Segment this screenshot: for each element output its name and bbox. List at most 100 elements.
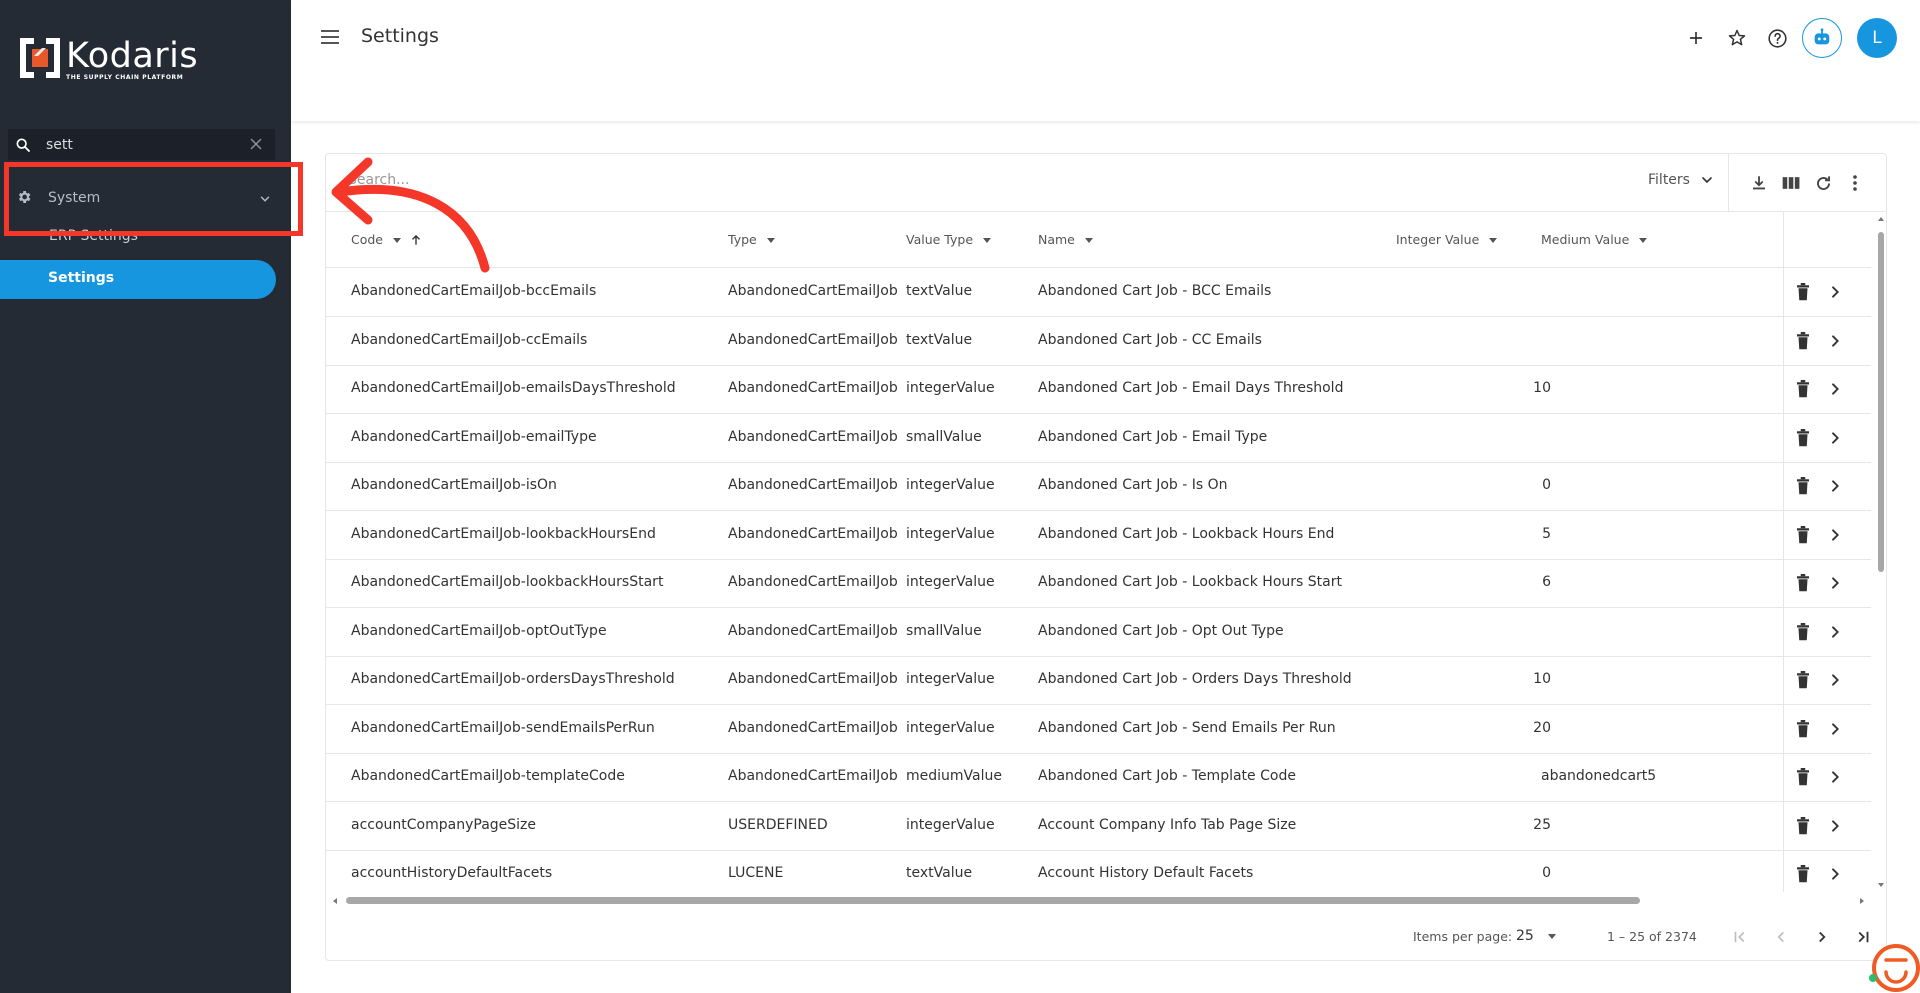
assistant-bot-button[interactable] xyxy=(1802,18,1842,58)
sidebar-search xyxy=(8,129,275,160)
delete-icon[interactable] xyxy=(1794,428,1812,448)
items-per-page-select[interactable]: 25 xyxy=(1516,928,1558,944)
more-vert-icon[interactable] xyxy=(1839,170,1871,196)
chevron-right-icon[interactable] xyxy=(1827,624,1843,640)
refresh-icon[interactable] xyxy=(1807,170,1839,196)
filters-button[interactable]: Filters xyxy=(1648,172,1715,188)
table-row[interactable]: accountCompanyPageSize USERDEFINED integer… xyxy=(326,802,1871,851)
help-icon[interactable] xyxy=(1757,19,1798,57)
delete-icon[interactable] xyxy=(1794,864,1812,884)
table-row[interactable]: AbandonedCartEmailJob-optOutType Abandone… xyxy=(326,608,1871,657)
cell-code: accountHistoryDefaultFacets xyxy=(351,865,553,881)
col-header-value-type[interactable]: Value Type xyxy=(906,232,993,247)
col-header-name[interactable]: Name xyxy=(1038,232,1095,247)
cell-name: Abandoned Cart Job - Email Type xyxy=(1038,428,1268,445)
actions-column-divider xyxy=(1783,212,1784,892)
delete-icon[interactable] xyxy=(1794,816,1812,836)
delete-icon[interactable] xyxy=(1794,622,1812,642)
chevron-right-icon[interactable] xyxy=(1827,672,1843,688)
table-row[interactable]: AbandonedCartEmailJob-ccEmails AbandonedC… xyxy=(326,317,1871,366)
cell-type: AbandonedCartEmailJob xyxy=(728,622,898,639)
clear-search-icon[interactable] xyxy=(247,135,265,153)
cell-type: AbandonedCartEmailJob xyxy=(728,477,898,493)
cell-type: AbandonedCartEmailJob xyxy=(728,671,898,687)
previous-page-icon[interactable] xyxy=(1760,925,1801,949)
chevron-right-icon[interactable] xyxy=(1827,866,1843,882)
vertical-scroll-thumb[interactable] xyxy=(1878,232,1884,572)
cell-value-type: smallValue xyxy=(906,622,982,639)
chevron-right-icon[interactable] xyxy=(1827,527,1843,543)
kodaris-logo-icon xyxy=(18,36,62,80)
cell-code: AbandonedCartEmailJob-ccEmails xyxy=(351,331,588,348)
table-row[interactable]: AbandonedCartEmailJob-emailsDaysThreshol… xyxy=(326,365,1871,414)
table-row[interactable]: AbandonedCartEmailJob-sendEmailsPerRun Ab… xyxy=(326,705,1871,754)
cell-code: AbandonedCartEmailJob-emailsDaysThreshol… xyxy=(351,380,676,396)
chevron-right-icon[interactable] xyxy=(1827,769,1843,785)
support-chat-button[interactable] xyxy=(1866,938,1920,993)
delete-icon[interactable] xyxy=(1794,525,1812,545)
cell-value-type: textValue xyxy=(906,283,973,299)
table-row[interactable]: AbandonedCartEmailJob-emailType Abandoned… xyxy=(326,414,1871,463)
filters-label: Filters xyxy=(1648,172,1690,188)
next-page-icon[interactable] xyxy=(1801,925,1842,949)
menu-icon[interactable] xyxy=(319,28,341,46)
kodaris-logo[interactable]: Kodaris THE SUPPLY CHAIN PLATFORM xyxy=(18,36,198,81)
columns-icon[interactable] xyxy=(1775,170,1807,196)
add-icon[interactable] xyxy=(1675,19,1716,57)
vertical-scrollbar[interactable] xyxy=(1875,212,1887,892)
cell-value-type: integerValue xyxy=(906,477,995,493)
sidebar-item-settings[interactable]: Settings xyxy=(0,260,276,299)
table-row[interactable]: AbandonedCartEmailJob-bccEmails Abandoned… xyxy=(326,268,1871,317)
annotation-arrow xyxy=(331,157,490,273)
delete-icon[interactable] xyxy=(1794,379,1812,399)
chevron-right-icon[interactable] xyxy=(1827,381,1843,397)
cell-integer-value: 5 xyxy=(1542,525,1551,542)
chevron-right-icon[interactable] xyxy=(1827,575,1843,591)
page-range-label: 1 – 25 of 2374 xyxy=(1607,929,1697,944)
chevron-right-icon[interactable] xyxy=(1827,430,1843,446)
table-row[interactable]: AbandonedCartEmailJob-ordersDaysThreshol… xyxy=(326,656,1871,705)
brand-name: Kodaris xyxy=(66,36,199,76)
download-icon[interactable] xyxy=(1743,170,1775,196)
col-header-type[interactable]: Type xyxy=(728,232,777,247)
delete-icon[interactable] xyxy=(1794,719,1812,739)
chevron-right-icon[interactable] xyxy=(1827,818,1843,834)
col-header-integer-value[interactable]: Integer Value xyxy=(1396,232,1499,247)
delete-icon[interactable] xyxy=(1794,476,1812,496)
table-header: Code Type Value Type Name Integer Value xyxy=(326,212,1871,268)
horizontal-scrollbar[interactable] xyxy=(326,892,1871,908)
table-row[interactable]: accountHistoryDefaultFacets LUCENE textVal… xyxy=(326,850,1871,892)
cell-type: AbandonedCartEmailJob xyxy=(728,768,898,784)
cell-value-type: integerValue xyxy=(906,671,995,687)
star-icon[interactable] xyxy=(1716,19,1757,57)
delete-icon[interactable] xyxy=(1794,331,1812,351)
scroll-down-icon xyxy=(1878,883,1884,887)
cell-medium-value: abandonedcart5 xyxy=(1541,768,1657,784)
chevron-right-icon[interactable] xyxy=(1827,333,1843,349)
brand-tagline: THE SUPPLY CHAIN PLATFORM xyxy=(66,74,184,81)
cell-value-type: integerValue xyxy=(906,380,995,396)
table-row[interactable]: AbandonedCartEmailJob-lookbackHoursStart… xyxy=(326,559,1871,608)
horizontal-scroll-thumb[interactable] xyxy=(346,897,1640,904)
cell-code: AbandonedCartEmailJob-ordersDaysThreshol… xyxy=(351,671,675,687)
cell-integer-value: 10 xyxy=(1533,671,1551,687)
col-header-medium-value[interactable]: Medium Value xyxy=(1541,232,1649,247)
chevron-right-icon[interactable] xyxy=(1827,478,1843,494)
table-row[interactable]: AbandonedCartEmailJob-lookbackHoursEnd Ab… xyxy=(326,511,1871,560)
chevron-right-icon[interactable] xyxy=(1827,284,1843,300)
cell-name: Abandoned Cart Job - Template Code xyxy=(1038,768,1296,784)
cell-integer-value: 6 xyxy=(1542,574,1551,590)
avatar[interactable]: L xyxy=(1857,18,1897,58)
table-row[interactable]: AbandonedCartEmailJob-isOn AbandonedCartE… xyxy=(326,462,1871,511)
first-page-icon[interactable] xyxy=(1719,925,1760,949)
cell-name: Abandoned Cart Job - BCC Emails xyxy=(1038,283,1272,299)
chevron-right-icon[interactable] xyxy=(1827,721,1843,737)
cell-value-type: mediumValue xyxy=(906,768,1002,784)
cell-code: AbandonedCartEmailJob-sendEmailsPerRun xyxy=(351,719,655,736)
delete-icon[interactable] xyxy=(1794,670,1812,690)
delete-icon[interactable] xyxy=(1794,282,1812,302)
delete-icon[interactable] xyxy=(1794,573,1812,593)
table-row[interactable]: AbandonedCartEmailJob-templateCode Abando… xyxy=(326,753,1871,802)
sidebar-search-input[interactable] xyxy=(38,129,238,160)
delete-icon[interactable] xyxy=(1794,767,1812,787)
